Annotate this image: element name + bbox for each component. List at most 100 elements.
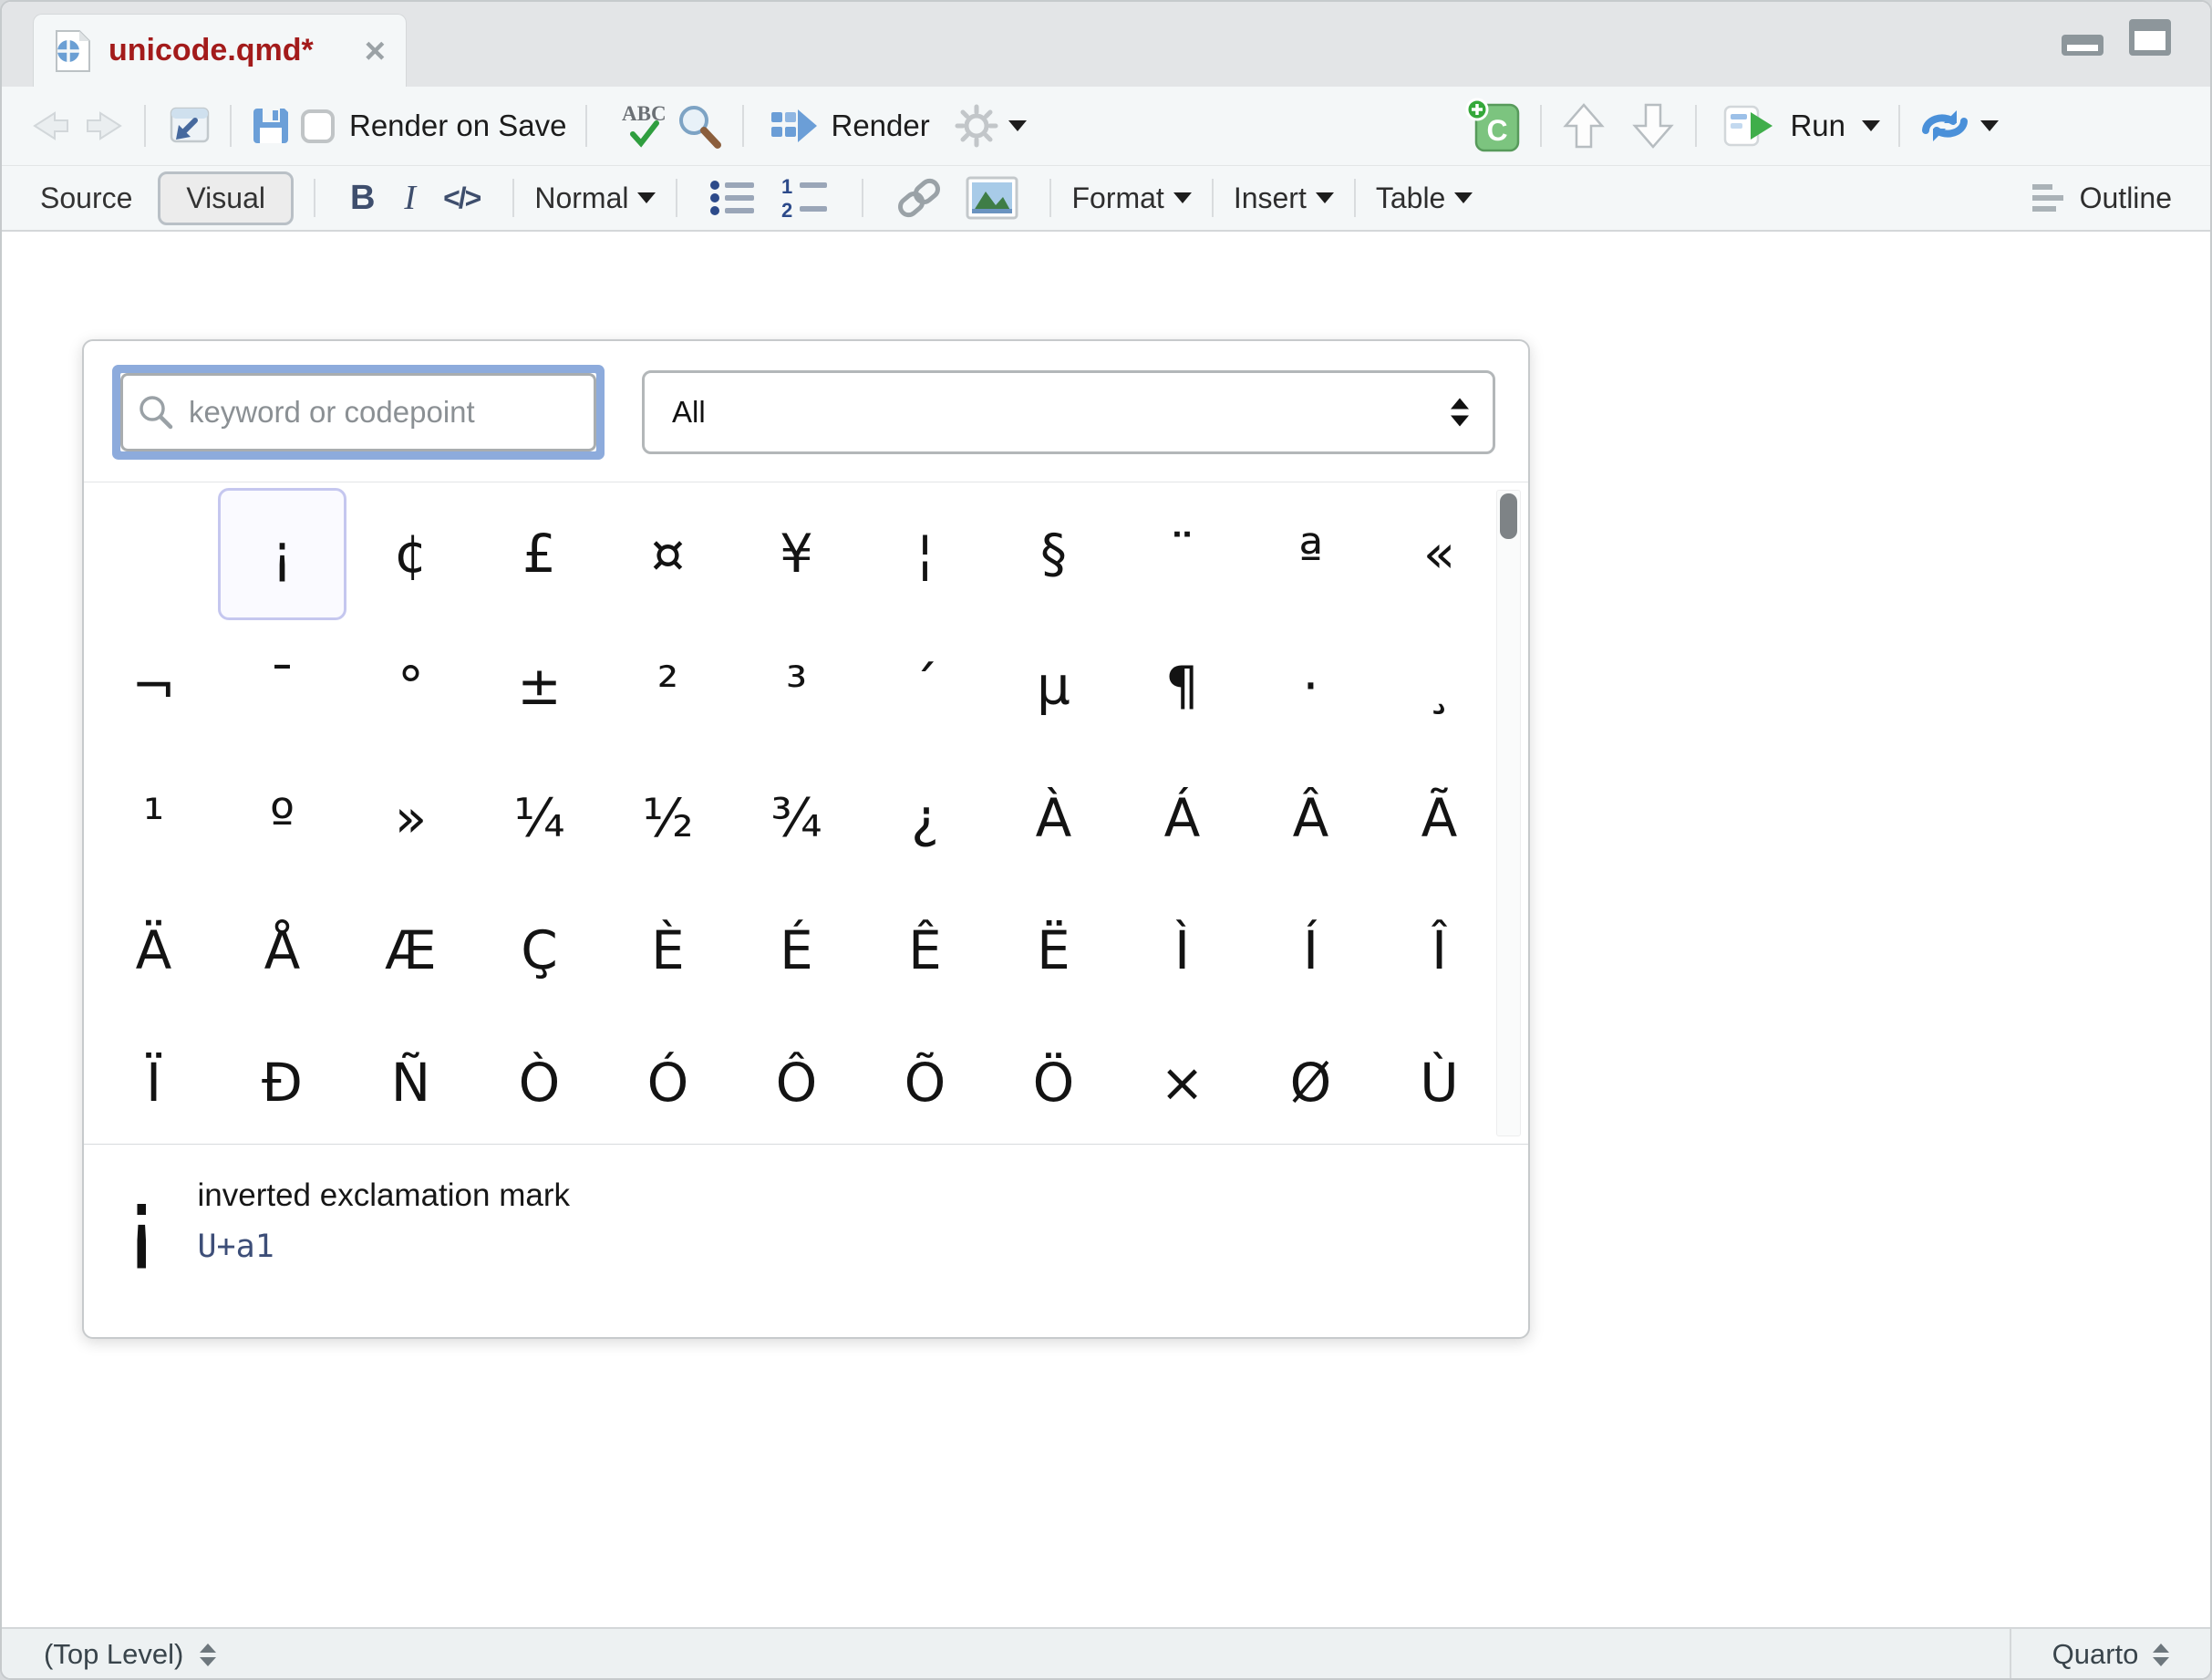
- character-cell[interactable]: Õ: [861, 1017, 989, 1144]
- insert-chunk-icon[interactable]: C: [1465, 98, 1522, 154]
- character-cell[interactable]: Ñ: [346, 1017, 475, 1144]
- character-cell[interactable]: ¾: [732, 752, 861, 885]
- character-cell[interactable]: É: [732, 885, 861, 1017]
- character-cell[interactable]: Í: [1246, 885, 1375, 1017]
- character-cell[interactable]: Ë: [989, 885, 1118, 1017]
- visual-mode-button[interactable]: Visual: [158, 171, 294, 225]
- down-arrow-icon[interactable]: [1629, 101, 1677, 150]
- outline-toggle[interactable]: Outline: [2032, 181, 2172, 215]
- maximize-pane-icon[interactable]: [2128, 18, 2172, 57]
- character-cell[interactable]: Ò: [475, 1017, 604, 1144]
- character-cell[interactable]: À: [989, 752, 1118, 885]
- character-cell[interactable]: Î: [1375, 885, 1504, 1017]
- character-cell[interactable]: ¥: [732, 488, 861, 620]
- character-cell[interactable]: ¹: [89, 752, 218, 885]
- character-cell[interactable]: Ó: [604, 1017, 732, 1144]
- character-cell[interactable]: Ç: [475, 885, 604, 1017]
- render-button[interactable]: Render: [762, 100, 937, 151]
- minimize-pane-icon[interactable]: [2061, 26, 2104, 57]
- character-cell[interactable]: ¼: [475, 752, 604, 885]
- format-menu[interactable]: Format: [1071, 181, 1191, 215]
- search-icon[interactable]: [675, 101, 724, 150]
- character-cell[interactable]: ¤: [604, 488, 732, 620]
- run-button[interactable]: Run: [1715, 99, 1853, 153]
- character-cell[interactable]: ¿: [861, 752, 989, 885]
- character-cell[interactable]: Å: [218, 885, 346, 1017]
- scrollbar-track[interactable]: [1496, 490, 1521, 1136]
- character-cell[interactable]: ·: [1246, 620, 1375, 752]
- search-input[interactable]: [120, 373, 596, 451]
- character-cell[interactable]: «: [1375, 488, 1504, 620]
- character-cell[interactable]: Ï: [89, 1017, 218, 1144]
- character-cell[interactable]: Ô: [732, 1017, 861, 1144]
- source-mode-button[interactable]: Source: [40, 181, 132, 215]
- chevron-down-icon: [1173, 192, 1192, 203]
- character-cell[interactable]: §: [989, 488, 1118, 620]
- character-cell[interactable]: º: [218, 752, 346, 885]
- source-sync-icon[interactable]: [1918, 105, 1971, 147]
- bullet-list-icon[interactable]: [708, 177, 758, 219]
- separator: [585, 105, 587, 147]
- render-on-save-checkbox[interactable]: [301, 109, 335, 143]
- character-cell[interactable]: ¸: [1375, 620, 1504, 752]
- run-options-caret[interactable]: [1862, 120, 1880, 131]
- up-arrow-icon[interactable]: [1560, 101, 1607, 150]
- close-icon[interactable]: ×: [365, 33, 386, 69]
- character-cell[interactable]: Ì: [1118, 885, 1246, 1017]
- table-menu[interactable]: Table: [1376, 181, 1473, 215]
- character-cell[interactable]: Ù: [1375, 1017, 1504, 1144]
- character-cell[interactable]: ¬: [89, 620, 218, 752]
- character-cell[interactable]: ¢: [346, 488, 475, 620]
- character-cell[interactable]: Ä: [89, 885, 218, 1017]
- character-cell[interactable]: ¨: [1118, 488, 1246, 620]
- character-cell[interactable]: È: [604, 885, 732, 1017]
- character-cell[interactable]: Ø: [1246, 1017, 1375, 1144]
- italic-button[interactable]: I: [404, 178, 416, 218]
- character-cell[interactable]: Ê: [861, 885, 989, 1017]
- character-cell[interactable]: Ð: [218, 1017, 346, 1144]
- tab-unicode-qmd[interactable]: unicode.qmd* ×: [33, 14, 407, 87]
- character-cell[interactable]: ´: [861, 620, 989, 752]
- character-cell[interactable]: [89, 488, 218, 620]
- character-cell[interactable]: »: [346, 752, 475, 885]
- editor-canvas[interactable]: All ¡¢£¤¥¦§¨ª« ¬¯°±²³´µ¶·¸ ¹º»¼½¾¿ÀÁÂÃ ÄÅÆÇ…: [2, 232, 2210, 1627]
- gear-icon[interactable]: [954, 103, 999, 149]
- character-cell[interactable]: ×: [1118, 1017, 1246, 1144]
- character-cell[interactable]: ¶: [1118, 620, 1246, 752]
- forward-icon[interactable]: [84, 107, 126, 145]
- popout-icon[interactable]: [164, 104, 212, 148]
- bold-button[interactable]: B: [350, 179, 375, 218]
- main-toolbar: Render on Save ABC Render: [2, 87, 2210, 166]
- character-cell[interactable]: ½: [604, 752, 732, 885]
- source-options-caret[interactable]: [1980, 120, 1999, 131]
- character-cell[interactable]: ª: [1246, 488, 1375, 620]
- character-cell[interactable]: Â: [1246, 752, 1375, 885]
- image-icon[interactable]: [966, 176, 1018, 220]
- insert-menu[interactable]: Insert: [1234, 181, 1334, 215]
- character-cell[interactable]: ³: [732, 620, 861, 752]
- character-cell[interactable]: Æ: [346, 885, 475, 1017]
- character-cell[interactable]: ±: [475, 620, 604, 752]
- character-cell[interactable]: Ã: [1375, 752, 1504, 885]
- character-cell[interactable]: ¦: [861, 488, 989, 620]
- character-cell[interactable]: Ö: [989, 1017, 1118, 1144]
- save-icon[interactable]: [250, 105, 292, 147]
- character-cell[interactable]: °: [346, 620, 475, 752]
- category-select[interactable]: All: [642, 370, 1495, 454]
- scope-selector[interactable]: (Top Level): [2, 1638, 216, 1671]
- character-cell[interactable]: ²: [604, 620, 732, 752]
- inline-code-button[interactable]: </>: [443, 181, 480, 215]
- character-cell[interactable]: ¡: [218, 488, 346, 620]
- character-cell[interactable]: µ: [989, 620, 1118, 752]
- document-format-selector[interactable]: Quarto: [2010, 1629, 2210, 1680]
- character-cell[interactable]: ¯: [218, 620, 346, 752]
- link-icon[interactable]: [894, 178, 944, 218]
- character-cell[interactable]: Á: [1118, 752, 1246, 885]
- numbered-list-icon[interactable]: 1 2: [780, 177, 831, 219]
- character-cell[interactable]: £: [475, 488, 604, 620]
- back-icon[interactable]: [29, 107, 71, 145]
- render-options-caret[interactable]: [1008, 120, 1027, 131]
- spellcheck-icon[interactable]: ABC: [605, 101, 666, 150]
- paragraph-style-menu[interactable]: Normal: [534, 181, 656, 215]
- scrollbar-thumb[interactable]: [1500, 493, 1517, 539]
